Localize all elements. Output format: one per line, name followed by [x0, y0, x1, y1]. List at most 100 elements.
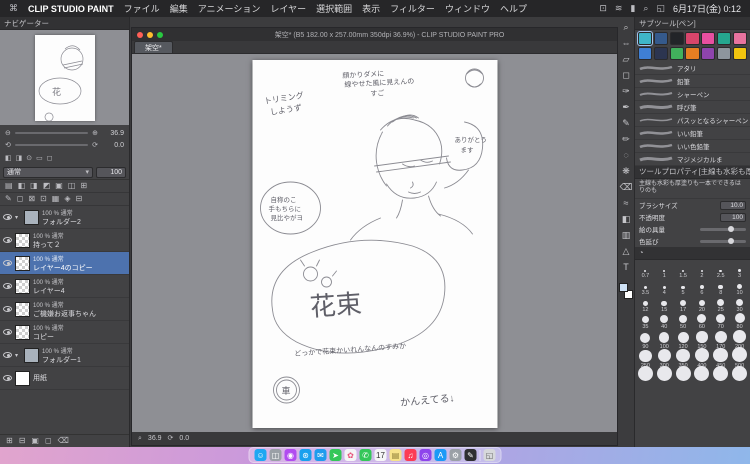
brush-size-item[interactable]: 30 [730, 296, 749, 313]
new-vector-layer-icon[interactable]: ◻ [17, 195, 24, 203]
combine-layer-icon[interactable]: ◈ [64, 195, 70, 203]
menu-help[interactable]: ヘルプ [500, 2, 527, 15]
lock-layer-icon[interactable]: ◨ [30, 182, 38, 190]
preset-tile[interactable] [685, 46, 700, 60]
preset-tile[interactable] [716, 46, 732, 60]
dock-system-settings[interactable]: ⚙ [449, 449, 462, 461]
navigator-preview[interactable]: 花 [0, 30, 129, 125]
figure-tool[interactable]: △ [619, 245, 633, 257]
brush-item-ii-iroenpitsu[interactable]: いい色鉛筆 [635, 140, 750, 153]
dock-music[interactable]: ♫ [404, 449, 417, 461]
menu-clock[interactable]: 6月17日(金) 0:12 [673, 2, 741, 15]
fit-screen-icon[interactable]: ◧ [5, 155, 12, 162]
navigator-rotation-value[interactable]: 0.0 [102, 142, 124, 149]
canvas-viewport[interactable]: トリミング しようず 顔かりダメに 線やせた風に見えんの すご ありがとう ます… [132, 54, 617, 432]
brush-size-item[interactable]: 4 [655, 279, 674, 296]
menu-selection[interactable]: 選択範囲 [316, 2, 352, 15]
brush-item-enpitsu[interactable]: 鉛筆 [635, 75, 750, 88]
brush-size-item[interactable]: 0.7 [636, 262, 655, 279]
dock-launchpad[interactable]: ◫ [269, 449, 282, 461]
preset-tile[interactable] [653, 46, 669, 60]
pen-tool[interactable]: ✒ [619, 101, 633, 113]
new-raster-layer-icon[interactable]: ✎ [5, 195, 12, 203]
preset-tile[interactable] [732, 46, 747, 60]
layer-color-icon[interactable]: ⊞ [80, 182, 87, 190]
zoom-out-icon[interactable]: ⊖ [5, 130, 11, 137]
brush-size-item[interactable]: 3.5 [636, 279, 655, 296]
reset-view-icon[interactable]: ⊙ [26, 155, 32, 162]
preset-tile[interactable] [638, 46, 653, 60]
dock-photos[interactable]: ✿ [344, 449, 357, 461]
layer-row-gokigen[interactable]: 100 % 通常 ご機嫌お返事ちゃん [0, 298, 129, 321]
menu-window[interactable]: ウィンドウ [445, 2, 490, 15]
brush-size-item[interactable]: 40 [655, 313, 674, 330]
paint-amount-slider[interactable] [700, 225, 746, 232]
eyedropper-tool[interactable]: ✑ [619, 85, 633, 97]
brush-size-item[interactable]: 10 [730, 279, 749, 296]
layer-property-icon[interactable]: ◻ [45, 437, 52, 445]
visibility-icon[interactable] [3, 260, 12, 266]
brush-size-item[interactable]: 80 [730, 313, 749, 330]
dock-notes[interactable]: ▤ [389, 449, 402, 461]
status-rotate-icon[interactable]: ⟳ [168, 435, 174, 442]
document-title-bar[interactable]: 架空* (B5 182.00 x 257.00mm 350dpi 36.9%) … [132, 28, 617, 41]
dock-podcasts[interactable]: ◎ [419, 449, 432, 461]
apple-menu-icon[interactable]: ⌘ [9, 4, 18, 13]
remove-layer-icon[interactable]: ⊟ [19, 437, 26, 445]
status-zoom-value[interactable]: 36.9 [148, 435, 162, 442]
brush-size-item[interactable]: 5 [674, 279, 693, 296]
dock-mail[interactable]: ✉ [314, 449, 327, 461]
menu-edit[interactable]: 編集 [170, 2, 188, 15]
dock-app-store[interactable]: A [434, 449, 447, 461]
prop-paint-amount[interactable]: 絵の具量 [635, 223, 750, 235]
layer-row-motte[interactable]: 100 % 通常 持って２ [0, 229, 129, 252]
actual-size-icon[interactable]: ◨ [16, 155, 23, 162]
blend-tool[interactable]: ≈ [619, 197, 633, 209]
preset-tile[interactable] [701, 32, 716, 45]
trash-layer-icon[interactable]: ⌫ [58, 437, 69, 445]
preset-tile[interactable] [653, 32, 669, 45]
blend-mode-select[interactable]: 通常 ▾ [3, 166, 93, 178]
battery-icon[interactable]: ▮ [630, 4, 635, 13]
prop-brush-size[interactable]: ブラシサイズ 10.0 [635, 199, 750, 211]
brush-tool[interactable]: ✏ [619, 133, 633, 145]
brush-size-item[interactable]: 12 [636, 296, 655, 313]
dock-clip-studio[interactable]: ✎ [464, 449, 477, 461]
brush-item-ii-enpitsu[interactable]: いい鉛筆 [635, 127, 750, 140]
duplicate-layer-icon[interactable]: ▣ [31, 437, 39, 445]
visibility-icon[interactable] [3, 375, 12, 381]
maximize-window-button[interactable] [157, 31, 163, 38]
brush-size-item[interactable]: 70 [711, 313, 730, 330]
preset-tile[interactable] [669, 46, 684, 60]
folder-expand-icon[interactable]: ▾ [15, 214, 21, 221]
draft-layer-icon[interactable]: ◫ [68, 182, 76, 190]
brush-size-item[interactable]: 1 [655, 262, 674, 279]
layer-row-layer4[interactable]: 100 % 通常 レイヤー4 [0, 275, 129, 298]
tool-property-header[interactable]: ツールプロパティ[主線も水彩も厚塗りも] [635, 165, 750, 179]
layer-row-layer4-copy[interactable]: 100 % 通常 レイヤー4のコピー [0, 252, 129, 275]
layer-row-copy[interactable]: 100 % 通常 コピー [0, 321, 129, 344]
text-tool[interactable]: T [619, 261, 633, 273]
brush-size-item[interactable]: 35 [636, 313, 655, 330]
layer-row-folder1[interactable]: ▾ 100 % 通常 フォルダー1 [0, 344, 129, 367]
zoom-tool[interactable]: ⌕ [619, 21, 633, 33]
menu-view[interactable]: 表示 [362, 2, 380, 15]
brush-item-majime[interactable]: マジメジカルま [635, 153, 750, 166]
menu-filter[interactable]: フィルター [390, 2, 435, 15]
layer-row-folder2[interactable]: ▾ 100 % 通常 フォルダー2 [0, 206, 129, 229]
preset-tile[interactable] [701, 46, 716, 60]
color-swatches[interactable] [619, 283, 633, 299]
rotate-slider[interactable] [14, 144, 89, 146]
merge-down-icon[interactable]: ⊟ [75, 195, 82, 203]
status-zoom-icon[interactable]: ⌕ [138, 435, 142, 442]
search-icon[interactable]: ⌕ [643, 4, 648, 13]
brush-size-item[interactable]: 1.5 [674, 262, 693, 279]
menu-file[interactable]: ファイル [124, 2, 160, 15]
opacity-field[interactable]: 100 [720, 212, 746, 222]
fill-tool[interactable]: ◧ [619, 213, 633, 225]
brush-size-palette-header[interactable]: ◔ [635, 247, 750, 261]
canvas-page[interactable]: トリミング しようず 顔かりダメに 線やせた風に見えんの すご ありがとう ます… [252, 60, 497, 428]
preset-tile[interactable] [716, 32, 732, 45]
brush-size-item[interactable]: 60 [693, 313, 712, 330]
brush-size-item[interactable]: 2 [693, 262, 712, 279]
